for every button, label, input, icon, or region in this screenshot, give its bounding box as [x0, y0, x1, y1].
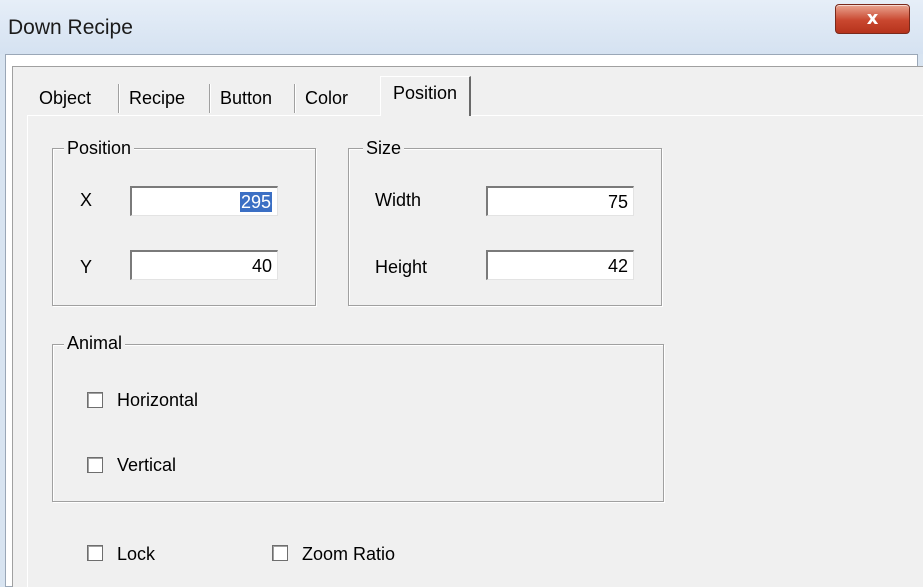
close-button[interactable]: x — [835, 4, 910, 34]
animal-group-title: Animal — [64, 333, 126, 353]
tab-separator — [118, 84, 120, 113]
position-group — [52, 148, 316, 306]
tab-button[interactable]: Button — [214, 82, 278, 113]
height-input[interactable]: 42 — [486, 250, 634, 280]
x-value: 295 — [239, 192, 272, 212]
window-title: Down Recipe — [8, 16, 133, 39]
dialog-window: Down Recipe x Object Recipe Button Color… — [0, 0, 923, 587]
vertical-checkbox[interactable] — [87, 457, 103, 473]
tab-color[interactable]: Color — [299, 82, 354, 113]
horizontal-label[interactable]: Horizontal — [117, 389, 198, 411]
y-input[interactable]: 40 — [130, 250, 278, 280]
tab-separator — [294, 84, 296, 113]
y-label: Y — [80, 257, 93, 277]
horizontal-checkbox[interactable] — [87, 392, 103, 408]
vertical-label[interactable]: Vertical — [117, 454, 176, 476]
lock-label[interactable]: Lock — [117, 543, 155, 565]
position-group-title: Position — [64, 138, 135, 158]
animal-group — [52, 344, 664, 502]
close-icon: x — [866, 8, 879, 29]
x-label: X — [80, 190, 93, 210]
x-input[interactable]: 295 — [130, 186, 278, 216]
size-group — [348, 148, 662, 306]
lock-checkbox[interactable] — [87, 545, 103, 561]
zoom-ratio-checkbox[interactable] — [272, 545, 288, 561]
size-group-title: Size — [363, 138, 405, 158]
tab-separator — [209, 84, 211, 113]
width-label: Width — [375, 190, 422, 210]
height-label: Height — [375, 257, 428, 277]
tab-recipe[interactable]: Recipe — [123, 82, 191, 113]
tab-object[interactable]: Object — [33, 82, 97, 113]
zoom-ratio-label[interactable]: Zoom Ratio — [302, 543, 395, 565]
title-bar[interactable]: Down Recipe x — [0, 0, 923, 54]
width-input[interactable]: 75 — [486, 186, 634, 216]
tab-position[interactable]: Position — [380, 76, 472, 116]
